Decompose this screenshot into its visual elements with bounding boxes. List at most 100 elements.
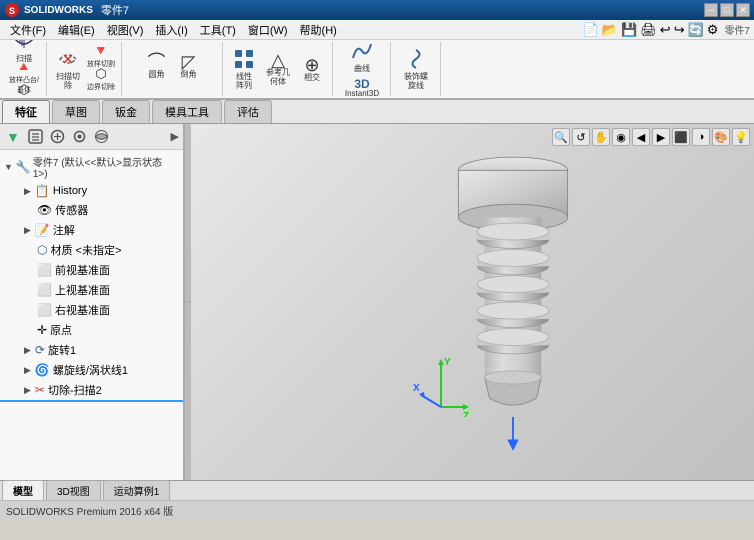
bottom-tabs: 模型 3D视图 运动算例1 bbox=[0, 480, 754, 500]
tree-item-revolve1[interactable]: ▶ ⟳ 旋转1 bbox=[0, 340, 183, 360]
title-text: 零件7 bbox=[101, 2, 704, 18]
loft-cut-button[interactable]: 🔻 放样切割 bbox=[85, 45, 117, 67]
qa-redo[interactable]: ↪ bbox=[674, 22, 685, 38]
menu-edit[interactable]: 编辑(E) bbox=[52, 20, 101, 40]
cut-sweep2-expand: ▶ bbox=[24, 385, 31, 396]
tab-sheet-metal[interactable]: 钣金 bbox=[102, 100, 150, 123]
btab-model[interactable]: 模型 bbox=[2, 480, 44, 500]
chamfer-label: 倒角 bbox=[181, 71, 197, 80]
chamfer-button[interactable]: ◸ 倒角 bbox=[174, 42, 204, 90]
qa-undo[interactable]: ↩ bbox=[660, 22, 671, 38]
statusbar: SOLIDWORKS Premium 2016 x64 版 bbox=[0, 500, 754, 520]
material-label: 材质 <未指定> bbox=[50, 242, 121, 258]
qa-options[interactable]: ⚙ bbox=[707, 22, 719, 38]
tab-features[interactable]: 特征 bbox=[2, 100, 50, 123]
curves-button[interactable]: 曲线 bbox=[346, 40, 378, 75]
display-style-btn[interactable]: ⬛ bbox=[672, 128, 690, 146]
intersect-button[interactable]: ⊕ 相交 bbox=[296, 45, 328, 93]
feature-tree: ▼ 🔧 零件7 (默认<<默认>显示状态 1>) ▶ 📋 History 👁 传… bbox=[0, 150, 183, 480]
linear-pattern-button[interactable]: 线性阵列 bbox=[228, 45, 260, 93]
chamfer-icon: ◸ bbox=[182, 53, 196, 71]
tab-mold[interactable]: 模具工具 bbox=[152, 100, 222, 123]
tree-item-helix[interactable]: ▶ 🌀 螺旋线/涡状线1 bbox=[0, 360, 183, 380]
btab-motion[interactable]: 运动算例1 bbox=[103, 480, 171, 500]
top-plane-icon: ⬜ bbox=[37, 283, 52, 297]
history-icon: 📋 bbox=[35, 184, 50, 198]
next-view-btn[interactable]: ▶ bbox=[652, 128, 670, 146]
fillet-button[interactable]: ⌒ 圆角 bbox=[142, 42, 172, 90]
toolbar-cut-group: 扫描切除 🔻 放样切割 ⬡ 边界切除 bbox=[48, 42, 122, 96]
instant3d-button[interactable]: 3D Instant3D bbox=[338, 77, 386, 100]
qa-print[interactable]: 🖨 bbox=[640, 22, 657, 38]
linear-pattern-icon bbox=[233, 48, 255, 73]
tabbar: 特征 草图 钣金 模具工具 评估 bbox=[0, 100, 754, 124]
appearance-btn[interactable]: ◑ bbox=[692, 128, 710, 146]
menu-view[interactable]: 视图(V) bbox=[101, 20, 150, 40]
curves-icon bbox=[351, 40, 373, 65]
qa-save[interactable]: 💾 bbox=[621, 22, 637, 38]
qa-open[interactable]: 📂 bbox=[602, 22, 618, 38]
history-label: History bbox=[53, 185, 87, 197]
revolve1-label: 旋转1 bbox=[48, 342, 76, 358]
deco-helix-button[interactable]: 装饰螺旋线 bbox=[396, 45, 436, 93]
boundary-cut-button[interactable]: ⬡ 边界切除 bbox=[85, 68, 117, 90]
tree-root[interactable]: ▼ 🔧 零件7 (默认<<默认>显示状态 1>) bbox=[0, 152, 183, 182]
tab-evaluate[interactable]: 评估 bbox=[224, 100, 272, 123]
btab-3dview[interactable]: 3D视图 bbox=[46, 480, 101, 500]
swept-cut-icon bbox=[57, 48, 79, 73]
menu-tools[interactable]: 工具(T) bbox=[194, 20, 242, 40]
instant3d-label: Instant3D bbox=[345, 90, 379, 99]
menu-insert[interactable]: 插入(I) bbox=[149, 20, 193, 40]
titlebar: S SOLIDWORKS 零件7 ─ □ ✕ bbox=[0, 0, 754, 20]
lights-btn[interactable]: 💡 bbox=[732, 128, 750, 146]
qa-rebuild[interactable]: 🔄 bbox=[688, 22, 704, 38]
win-maximize[interactable]: □ bbox=[720, 3, 734, 17]
tree-item-history[interactable]: ▶ 📋 History bbox=[0, 182, 183, 200]
config-tab[interactable] bbox=[70, 127, 90, 147]
annotation-label: 注解 bbox=[53, 222, 75, 238]
menu-window[interactable]: 窗口(W) bbox=[242, 20, 294, 40]
panel-expand-arrow[interactable]: ▶ bbox=[169, 128, 181, 145]
toolbar-pattern-group: 线性阵列 △ 参考几何体 ⊕ 相交 bbox=[224, 42, 333, 96]
win-minimize[interactable]: ─ bbox=[704, 3, 718, 17]
tree-item-cut-sweep2[interactable]: ▶ ✂ 切除-扫描2 bbox=[0, 380, 183, 402]
filter-icon: ▼ bbox=[2, 127, 24, 147]
ref-geometry-button[interactable]: △ 参考几何体 bbox=[262, 45, 294, 93]
intersect-label: 相交 bbox=[304, 74, 320, 83]
tree-item-origin[interactable]: ✛ 原点 bbox=[0, 320, 183, 340]
property-tab[interactable] bbox=[48, 127, 68, 147]
scene-btn[interactable]: 🎨 bbox=[712, 128, 730, 146]
qa-new[interactable]: 📄 bbox=[583, 22, 599, 38]
app-brand: SOLIDWORKS bbox=[24, 5, 93, 16]
tree-root-expand: ▼ bbox=[4, 162, 13, 172]
feature-tree-tab[interactable] bbox=[26, 127, 46, 147]
tab-sketch[interactable]: 草图 bbox=[52, 100, 100, 123]
ref-geometry-icon: △ bbox=[271, 51, 285, 69]
tree-item-annotation[interactable]: ▶ 📝 注解 bbox=[0, 220, 183, 240]
tree-root-icon: 🔧 bbox=[16, 160, 31, 174]
toolbar-curves-group: 曲线 3D Instant3D bbox=[334, 42, 391, 96]
history-expand: ▶ bbox=[24, 186, 31, 197]
svg-text:Z: Z bbox=[463, 411, 469, 417]
rib-button[interactable]: ▤ 筋 bbox=[142, 92, 172, 100]
menu-help[interactable]: 帮助(H) bbox=[294, 20, 343, 40]
cut-sweep2-label: 切除-扫描2 bbox=[48, 382, 102, 398]
win-close[interactable]: ✕ bbox=[736, 3, 750, 17]
revolve1-icon: ⟳ bbox=[35, 343, 45, 357]
draft-button[interactable]: ▽ 拔模 bbox=[174, 92, 204, 100]
tree-item-top-plane[interactable]: ⬜ 上视基准面 bbox=[0, 280, 183, 300]
tree-item-sensor[interactable]: 👁 传感器 bbox=[0, 200, 183, 220]
helix-label: 螺旋线/涡状线1 bbox=[53, 362, 128, 378]
prev-view-btn[interactable]: ◀ bbox=[632, 128, 650, 146]
view-orient-btn[interactable]: ◉ bbox=[612, 128, 630, 146]
menu-file[interactable]: 文件(F) bbox=[4, 20, 52, 40]
helix-icon: 🌀 bbox=[35, 363, 50, 377]
toolbar-helix-group: 装饰螺旋线 bbox=[392, 42, 441, 96]
tree-item-material[interactable]: ⬡ 材质 <未指定> bbox=[0, 240, 183, 260]
display-tab[interactable] bbox=[92, 127, 112, 147]
boundary-boss-button[interactable]: ⬡ 边界凸台/基体 bbox=[8, 89, 40, 100]
tree-item-front-plane[interactable]: ⬜ 前视基准面 bbox=[0, 260, 183, 280]
tree-item-right-plane[interactable]: ⬜ 右视基准面 bbox=[0, 300, 183, 320]
scan-icon bbox=[12, 40, 36, 55]
swept-cut-button[interactable]: 扫描切除 bbox=[52, 45, 84, 93]
